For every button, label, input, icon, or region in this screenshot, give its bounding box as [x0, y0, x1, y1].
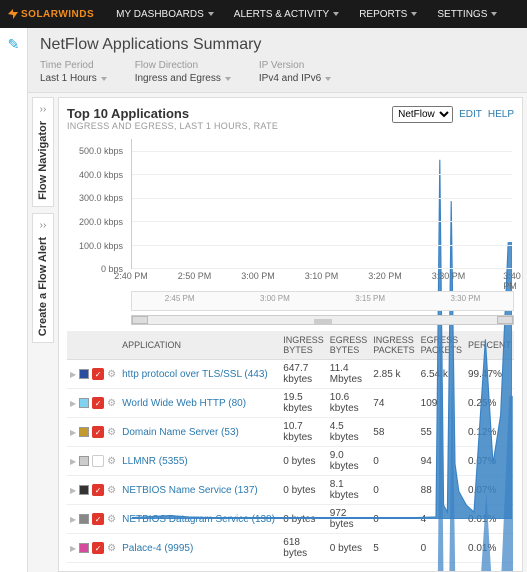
chevron-down-icon	[325, 77, 331, 81]
color-swatch[interactable]	[79, 543, 89, 553]
menu-reports[interactable]: REPORTS	[349, 9, 427, 20]
color-swatch[interactable]	[79, 456, 89, 466]
edit-link[interactable]: EDIT	[459, 109, 482, 120]
filter-ipversion[interactable]: IP Version IPv4 and IPv6	[259, 60, 331, 84]
brand-text: SOLARWINDS	[21, 9, 94, 20]
chevron-down-icon	[225, 77, 231, 81]
gear-icon[interactable]: ⚙	[107, 456, 116, 467]
chevron-down-icon	[101, 77, 107, 81]
gear-icon[interactable]: ⚙	[107, 369, 116, 380]
expand-icon[interactable]: ▶	[70, 399, 76, 408]
color-swatch[interactable]	[79, 427, 89, 437]
color-swatch[interactable]	[79, 485, 89, 495]
expand-icon[interactable]: ▶	[70, 544, 76, 553]
brand-logo: SOLARWINDS	[8, 9, 94, 20]
topbar: SOLARWINDS MY DASHBOARDS ALERTS & ACTIVI…	[0, 0, 527, 28]
page-title: NetFlow Applications Summary	[40, 36, 515, 54]
overview-chart[interactable]: 2:45 PM3:00 PM3:15 PM3:30 PM	[131, 291, 514, 311]
color-swatch[interactable]	[79, 369, 89, 379]
menu-alerts[interactable]: ALERTS & ACTIVITY	[224, 9, 349, 20]
gear-icon[interactable]: ⚙	[107, 514, 116, 525]
checkbox[interactable]: ✓	[92, 368, 104, 380]
checkbox[interactable]: ✓	[92, 397, 104, 409]
expand-icon[interactable]: ▶	[70, 486, 76, 495]
chevron-down-icon	[491, 12, 497, 16]
traffic-chart: 0 bps100.0 kbps200.0 kbps300.0 kbps400.0…	[67, 139, 514, 287]
panel-create-flow-alert[interactable]: ›› Create a Flow Alert	[32, 213, 54, 343]
source-select[interactable]: NetFlow	[392, 106, 453, 123]
help-link[interactable]: HELP	[488, 109, 514, 120]
chevron-down-icon	[411, 12, 417, 16]
expand-icon[interactable]: ▶	[70, 515, 76, 524]
applications-card: Top 10 Applications INGRESS AND EGRESS, …	[58, 97, 523, 572]
panel-flow-navigator[interactable]: ›› Flow Navigator	[32, 97, 54, 207]
menu-settings[interactable]: SETTINGS	[427, 9, 507, 20]
expand-icon[interactable]: ▶	[70, 457, 76, 466]
left-rail: ✎	[0, 28, 28, 572]
panel-label: Flow Navigator	[37, 121, 49, 200]
filter-time[interactable]: Time Period Last 1 Hours	[40, 60, 107, 84]
checkbox[interactable]: ✓	[92, 542, 104, 554]
card-subtitle: INGRESS AND EGRESS, LAST 1 HOURS, RATE	[67, 121, 278, 131]
chevron-right-icon: ››	[40, 104, 47, 115]
chevron-down-icon	[208, 12, 214, 16]
chevron-right-icon: ››	[40, 220, 47, 231]
gear-icon[interactable]: ⚙	[107, 485, 116, 496]
checkbox[interactable]: ✓	[92, 513, 104, 525]
gear-icon[interactable]: ⚙	[107, 543, 116, 554]
chevron-down-icon	[333, 12, 339, 16]
expand-icon[interactable]: ▶	[70, 370, 76, 379]
color-swatch[interactable]	[79, 398, 89, 408]
filter-direction[interactable]: Flow Direction Ingress and Egress	[135, 60, 231, 84]
page-header: NetFlow Applications Summary Time Period…	[28, 28, 527, 93]
panel-label: Create a Flow Alert	[37, 237, 49, 336]
edit-icon[interactable]: ✎	[8, 32, 20, 57]
expand-icon[interactable]: ▶	[70, 428, 76, 437]
chart-scrollbar[interactable]	[131, 315, 514, 325]
card-title: Top 10 Applications	[67, 106, 278, 121]
gear-icon[interactable]: ⚙	[107, 427, 116, 438]
color-swatch[interactable]	[79, 514, 89, 524]
checkbox[interactable]: ✓	[92, 426, 104, 438]
main-menu: MY DASHBOARDS ALERTS & ACTIVITY REPORTS …	[106, 9, 507, 20]
menu-dashboards[interactable]: MY DASHBOARDS	[106, 9, 224, 20]
checkbox[interactable]: ✓	[92, 484, 104, 496]
checkbox[interactable]: ✓	[92, 455, 104, 467]
brand-icon	[8, 9, 18, 19]
gear-icon[interactable]: ⚙	[107, 398, 116, 409]
